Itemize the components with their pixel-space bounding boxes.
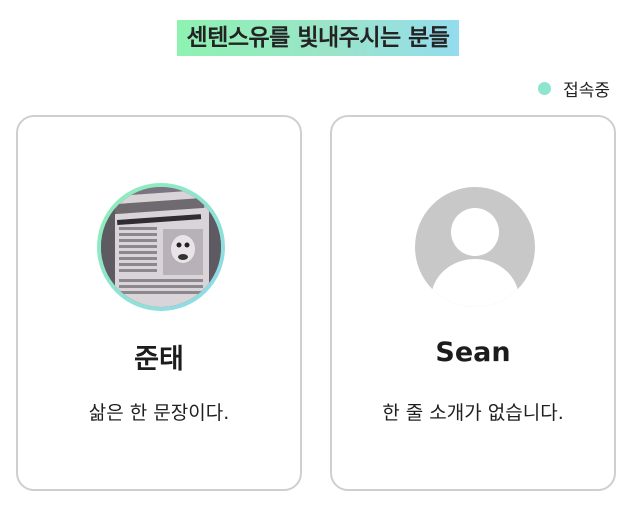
member-card[interactable]: 준태 삶은 한 문장이다. [16,115,302,491]
avatar[interactable] [415,187,535,307]
online-status: 접속중 [538,76,610,101]
member-card[interactable]: Sean 한 줄 소개가 없습니다. [330,115,616,491]
online-status-label: 접속중 [563,81,610,101]
default-user-icon [415,187,535,307]
member-bio: 한 줄 소개가 없습니다. [382,402,564,424]
member-name: 준태 [134,344,184,375]
member-name: Sean [435,337,511,368]
members-page: 센텐스유를 빛내주시는 분들 접속중 준태 삶은 한 문장이다. Sean 한 … [0,0,636,508]
newspaper-photo-icon [101,187,221,307]
online-dot-icon [538,82,552,95]
page-title: 센텐스유를 빛내주시는 분들 [176,20,460,56]
avatar[interactable] [101,187,221,307]
title-wrapper: 센텐스유를 빛내주시는 분들 [0,20,636,56]
avatar-active-ring [97,183,225,311]
member-bio: 삶은 한 문장이다. [88,402,230,424]
